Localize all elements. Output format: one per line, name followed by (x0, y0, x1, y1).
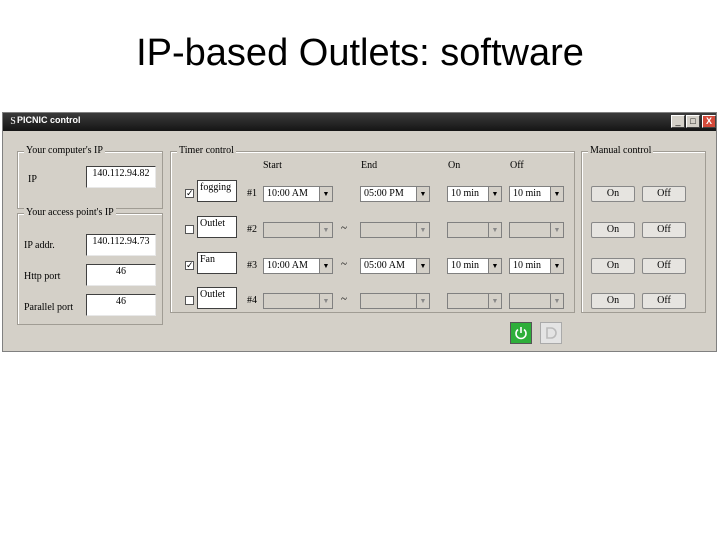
row-3-start-value: 10:00 AM (267, 260, 308, 271)
row-4-on-select[interactable]: ▼ (447, 293, 502, 309)
row-1-on-select[interactable]: 10 min ▼ (447, 186, 502, 202)
row-3-on-value: 10 min (451, 260, 480, 271)
row-4-checkbox[interactable] (185, 296, 194, 305)
chevron-down-icon: ▼ (488, 294, 501, 308)
chevron-down-icon: ▼ (488, 187, 501, 201)
manual-on-button-4[interactable]: On (591, 293, 635, 309)
chevron-down-icon: ▼ (416, 259, 429, 273)
check-icon: ✓ (186, 260, 194, 270)
row-1-end-value: 05:00 PM (364, 188, 404, 199)
row-1-start-select[interactable]: 10:00 AM ▼ (263, 186, 333, 202)
access-point-group-label: Your access point's IP (24, 207, 116, 218)
power-off-icon (546, 327, 557, 339)
row-4-end-select[interactable]: ▼ (360, 293, 430, 309)
access-point-ip-input[interactable]: 140.112.94.73 (86, 234, 156, 256)
chevron-down-icon: ▼ (488, 259, 501, 273)
chevron-down-icon: ▼ (319, 187, 332, 201)
end-header: End (361, 160, 378, 171)
row-3-off-value: 10 min (513, 260, 542, 271)
row-1-checkbox[interactable]: ✓ (185, 189, 194, 198)
off-header: Off (510, 160, 524, 171)
manual-off-button-2[interactable]: Off (642, 222, 686, 238)
parallel-port-label: Parallel port (24, 302, 74, 313)
manual-control-group: Manual control On Off On Off On Off On Off (581, 145, 706, 313)
row-4-off-select[interactable]: ▼ (509, 293, 564, 309)
chevron-down-icon: ▼ (550, 223, 563, 237)
manual-control-group-label: Manual control (588, 145, 654, 156)
timer-control-group: Timer control Start End On Off ✓ fogging #… (170, 145, 575, 313)
computer-ip-input[interactable]: 140.112.94.82 (86, 166, 156, 188)
maximize-button[interactable]: □ (686, 115, 700, 128)
row-3-checkbox[interactable]: ✓ (185, 261, 194, 270)
row-4-start-select[interactable]: ▼ (263, 293, 333, 309)
row-3-separator: ~ (341, 258, 347, 270)
row-3-end-select[interactable]: 05:00 AM ▼ (360, 258, 430, 274)
start-header: Start (263, 160, 282, 171)
manual-on-button-1[interactable]: On (591, 186, 635, 202)
row-1-name-input[interactable]: fogging (197, 180, 237, 202)
http-port-label: Http port (24, 271, 61, 282)
ip-label: IP (28, 174, 37, 185)
row-1-off-value: 10 min (513, 188, 542, 199)
http-port-input[interactable]: 46 (86, 264, 156, 286)
window-titlebar[interactable]: S PICNIC control _ □ X (3, 113, 716, 131)
manual-on-button-3[interactable]: On (591, 258, 635, 274)
chevron-down-icon: ▼ (416, 294, 429, 308)
row-1-start-value: 10:00 AM (267, 188, 308, 199)
row-4-name-input[interactable]: Outlet (197, 287, 237, 309)
row-3-off-select[interactable]: 10 min ▼ (509, 258, 564, 274)
chevron-down-icon: ▼ (550, 187, 563, 201)
slide-title: IP-based Outlets: software (136, 32, 584, 74)
close-button[interactable]: X (702, 115, 716, 128)
row-3-name-input[interactable]: Fan (197, 252, 237, 274)
row-2-off-select[interactable]: ▼ (509, 222, 564, 238)
manual-off-button-3[interactable]: Off (642, 258, 686, 274)
manual-on-button-2[interactable]: On (591, 222, 635, 238)
chevron-down-icon: ▼ (550, 294, 563, 308)
ip-addr-label: IP addr. (24, 240, 55, 251)
row-2-number: #2 (247, 224, 257, 235)
chevron-down-icon: ▼ (550, 259, 563, 273)
window-title: PICNIC control (17, 115, 81, 125)
row-3-start-select[interactable]: 10:00 AM ▼ (263, 258, 333, 274)
chevron-down-icon: ▼ (416, 187, 429, 201)
row-4-separator: ~ (341, 293, 347, 305)
chevron-down-icon: ▼ (488, 223, 501, 237)
parallel-port-input[interactable]: 46 (86, 294, 156, 316)
row-4-number: #4 (247, 295, 257, 306)
row-3-end-value: 05:00 AM (364, 260, 405, 271)
power-off-button[interactable] (540, 322, 562, 344)
row-1-end-select[interactable]: 05:00 PM ▼ (360, 186, 430, 202)
chevron-down-icon: ▼ (319, 223, 332, 237)
row-2-name-input[interactable]: Outlet (197, 216, 237, 238)
on-header: On (448, 160, 461, 171)
row-3-on-select[interactable]: 10 min ▼ (447, 258, 502, 274)
row-1-off-select[interactable]: 10 min ▼ (509, 186, 564, 202)
row-2-separator: ~ (341, 222, 347, 234)
row-3-number: #3 (247, 260, 257, 271)
row-1-number: #1 (247, 188, 257, 199)
power-icon (515, 327, 527, 340)
chevron-down-icon: ▼ (319, 294, 332, 308)
chevron-down-icon: ▼ (319, 259, 332, 273)
row-2-on-select[interactable]: ▼ (447, 222, 502, 238)
power-on-button[interactable] (510, 322, 532, 344)
check-icon: ✓ (186, 188, 194, 198)
minimize-button[interactable]: _ (671, 115, 685, 128)
timer-control-group-label: Timer control (177, 145, 236, 156)
chevron-down-icon: ▼ (416, 223, 429, 237)
row-2-end-select[interactable]: ▼ (360, 222, 430, 238)
computer-ip-group: Your computer's IP IP 140.112.94.82 (17, 145, 163, 209)
picnic-control-window: S PICNIC control _ □ X Your computer's I… (2, 112, 717, 352)
computer-ip-group-label: Your computer's IP (24, 145, 105, 156)
manual-off-button-4[interactable]: Off (642, 293, 686, 309)
row-2-start-select[interactable]: ▼ (263, 222, 333, 238)
row-2-checkbox[interactable] (185, 225, 194, 234)
row-1-on-value: 10 min (451, 188, 480, 199)
manual-off-button-1[interactable]: Off (642, 186, 686, 202)
access-point-group: Your access point's IP IP addr. 140.112.… (17, 207, 163, 325)
